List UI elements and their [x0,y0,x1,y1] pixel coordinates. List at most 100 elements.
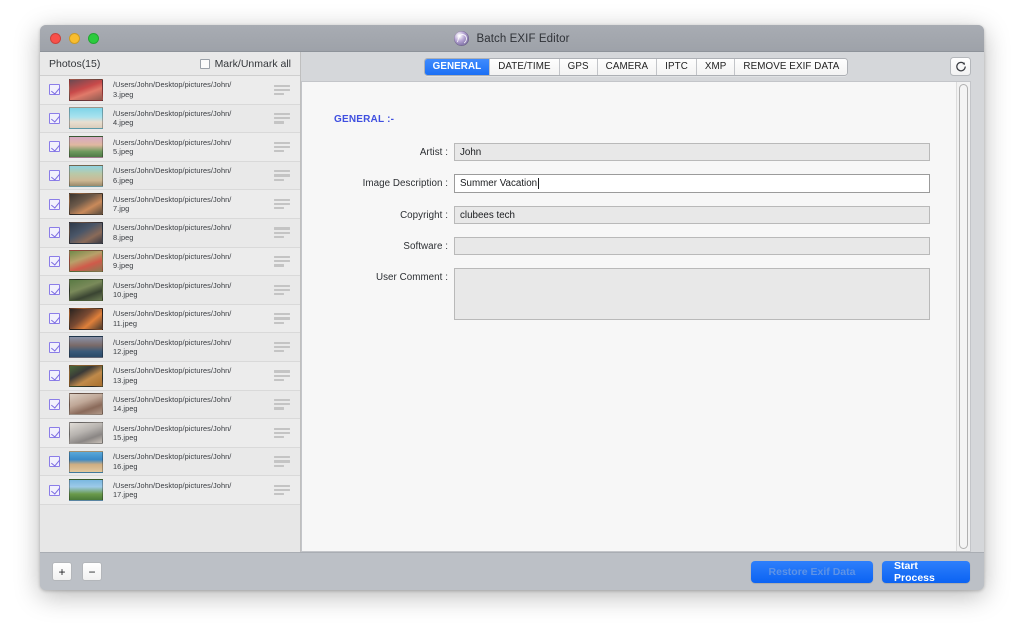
tab-iptc[interactable]: IPTC [657,58,697,75]
field-label: Software : [403,241,448,252]
photo-path-label: /Users/John/Desktop/pictures/John/ 13.jp… [113,366,232,385]
tab-xmp[interactable]: XMP [696,58,736,75]
tab-remove-exif-data[interactable]: REMOVE EXIF DATA [735,58,848,75]
photo-list-item[interactable]: /Users/John/Desktop/pictures/John/ 16.jp… [40,447,300,477]
photo-list-item[interactable]: /Users/John/Desktop/pictures/John/ 12.jp… [40,333,300,362]
tab-general[interactable]: GENERAL [424,58,491,75]
photo-thumbnail [69,164,103,187]
mark-unmark-all-control[interactable]: Mark/Unmark all [199,57,291,70]
photo-path-label: /Users/John/Desktop/pictures/John/ 9.jpe… [113,251,232,271]
add-photos-button[interactable]: + [52,562,72,581]
photo-thumbnail [69,78,103,101]
list-handle-icon[interactable] [274,284,290,296]
list-handle-icon[interactable] [274,398,290,410]
photo-list-item[interactable]: /Users/John/Desktop/pictures/John/ 15.jp… [40,419,300,448]
photo-thumbnail [69,450,103,473]
list-handle-icon[interactable] [274,227,290,239]
form-row: Image Description : Summer Vacation [302,174,956,193]
photo-list-item[interactable]: /Users/John/Desktop/pictures/John/ 17.jp… [40,476,300,505]
form-row: Software : [302,237,956,255]
text-caret [537,178,539,189]
photo-thumbnail [69,364,103,387]
list-handle-icon[interactable] [274,313,290,325]
photo-list-item[interactable]: /Users/John/Desktop/pictures/John/ 6.jpe… [40,161,300,191]
content-scrollbar[interactable] [956,82,970,551]
photo-path-label: /Users/John/Desktop/pictures/John/ 11.jp… [113,309,232,328]
photo-path-label: /Users/John/Desktop/pictures/John/ 14.jp… [113,394,232,414]
copyright-value: clubees tech [460,209,516,221]
sidebar-header: Photos(15) Mark/Unmark all [40,52,300,76]
photo-thumbnail [69,479,103,502]
list-handle-icon[interactable] [274,112,290,124]
refresh-button[interactable] [950,57,971,76]
mark-unmark-all-label: Mark/Unmark all [214,57,291,70]
software-input[interactable] [454,237,930,255]
scrollbar-thumb[interactable] [959,84,968,549]
photo-path-label: /Users/John/Desktop/pictures/John/ 16.jp… [113,452,232,471]
list-handle-icon[interactable] [274,170,290,182]
photo-checkbox[interactable] [49,141,60,153]
photo-list-item[interactable]: /Users/John/Desktop/pictures/John/ 10.jp… [40,276,300,305]
photo-checkbox[interactable] [49,170,60,182]
photo-checkbox[interactable] [49,313,60,325]
footer-toolbar: + − Restore Exif Data Start Process [40,552,984,590]
photo-list[interactable]: /Users/John/Desktop/pictures/John/ 3.jpe… [40,76,300,552]
photo-list-item[interactable]: /Users/John/Desktop/pictures/John/ 9.jpe… [40,247,300,277]
list-handle-icon[interactable] [274,427,290,439]
mark-unmark-all-checkbox[interactable] [199,58,210,69]
photo-list-item[interactable]: /Users/John/Desktop/pictures/John/ 8.jpe… [40,218,300,248]
list-handle-icon[interactable] [274,484,290,496]
list-handle-icon[interactable] [274,341,290,353]
photo-checkbox[interactable] [49,484,60,496]
section-title: GENERAL :- [334,114,395,125]
photo-checkbox[interactable] [49,112,60,124]
form-row: Copyright : clubees tech [302,206,956,224]
image-description-input[interactable]: Summer Vacation [454,174,930,193]
tab-group[interactable]: GENERAL DATE/TIME GPS CAMERA IPTC XMP REMOVE E… [423,57,849,76]
photo-list-item[interactable]: /Users/John/Desktop/pictures/John/ 7.jpg [40,190,300,219]
photo-checkbox[interactable] [49,198,60,210]
refresh-icon [955,61,966,71]
tab-camera[interactable]: CAMERA [597,58,658,75]
photo-checkbox[interactable] [49,84,60,96]
tab-bar: GENERAL DATE/TIME GPS CAMERA IPTC XMP REMOVE E… [301,52,984,81]
user-comment-textarea[interactable] [454,268,930,320]
photo-list-item[interactable]: /Users/John/Desktop/pictures/John/ 4.jpe… [40,104,300,134]
copyright-input[interactable]: clubees tech [454,206,930,224]
list-handle-icon[interactable] [274,141,290,153]
list-handle-icon[interactable] [274,370,290,382]
photo-checkbox[interactable] [49,227,60,239]
list-handle-icon[interactable] [274,84,290,96]
content-area: GENERAL :- Artist : John Image Description… [301,81,971,552]
list-handle-icon[interactable] [274,255,290,267]
photo-path-label: /Users/John/Desktop/pictures/John/ 7.jpg [113,194,232,214]
restore-exif-data-button[interactable]: Restore Exif Data [751,560,873,583]
photo-checkbox[interactable] [49,341,60,353]
field-label: Copyright : [400,210,448,221]
photo-checkbox[interactable] [49,398,60,410]
form-scroll-region: GENERAL :- Artist : John Image Description… [302,82,956,551]
artist-input[interactable]: John [454,143,930,161]
tab-gps[interactable]: GPS [559,58,598,75]
photo-list-item[interactable]: /Users/John/Desktop/pictures/John/ 3.jpe… [40,76,300,105]
photo-list-item[interactable]: /Users/John/Desktop/pictures/John/ 11.jp… [40,304,300,334]
swirl-icon [454,31,470,46]
photo-checkbox[interactable] [49,284,60,296]
remove-photos-button[interactable]: − [82,562,102,581]
photo-checkbox[interactable] [49,370,60,382]
start-process-button[interactable]: Start Process [882,560,970,584]
photo-checkbox[interactable] [49,456,60,468]
photo-list-item[interactable]: /Users/John/Desktop/pictures/John/ 13.jp… [40,361,300,391]
photo-thumbnail [69,193,103,216]
list-handle-icon[interactable] [274,198,290,210]
window-body: Photos(15) Mark/Unmark all /Users/John/D… [40,52,984,552]
photo-list-item[interactable]: /Users/John/Desktop/pictures/John/ 14.jp… [40,390,300,420]
photo-sidebar: Photos(15) Mark/Unmark all /Users/John/D… [40,52,301,552]
list-handle-icon[interactable] [274,456,290,468]
photo-path-label: /Users/John/Desktop/pictures/John/ 8.jpe… [113,223,232,242]
photo-checkbox[interactable] [49,255,60,267]
photo-list-item[interactable]: /Users/John/Desktop/pictures/John/ 5.jpe… [40,133,300,162]
tab-date-time[interactable]: DATE/TIME [490,58,560,75]
photo-path-label: /Users/John/Desktop/pictures/John/ 12.jp… [113,337,232,357]
photo-checkbox[interactable] [49,427,60,439]
